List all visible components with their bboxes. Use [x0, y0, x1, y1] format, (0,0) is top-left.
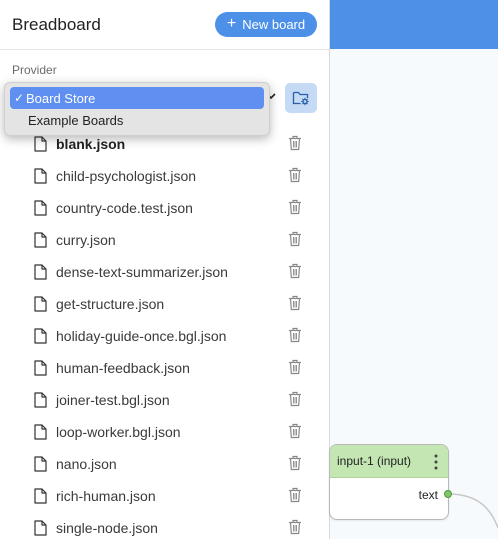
file-icon	[34, 296, 47, 312]
sidebar: Breadboard + New board Provider blank.js…	[0, 0, 330, 539]
file-name: joiner-test.bgl.json	[56, 392, 170, 408]
file-list-item[interactable]: single-node.json	[0, 512, 329, 539]
new-board-button[interactable]: + New board	[215, 12, 317, 37]
new-board-label: New board	[242, 17, 306, 32]
file-name: rich-human.json	[56, 488, 156, 504]
provider-option-board-store[interactable]: ✓ Board Store	[10, 87, 264, 109]
node-title: input-1 (input)	[337, 454, 412, 468]
trash-icon[interactable]	[288, 487, 302, 503]
trash-icon[interactable]	[288, 391, 302, 407]
file-list-item[interactable]: dense-text-summarizer.json	[0, 256, 329, 288]
file-name: get-structure.json	[56, 296, 165, 312]
graph-edge	[448, 493, 498, 529]
file-icon	[34, 488, 47, 504]
file-name: dense-text-summarizer.json	[56, 264, 228, 280]
folder-gear-icon	[292, 91, 309, 106]
file-icon	[34, 456, 47, 472]
board-file-list: blank.json child-psychologist.json country…	[0, 128, 329, 539]
file-name: curry.json	[56, 232, 116, 248]
trash-icon[interactable]	[288, 231, 302, 247]
file-name: holiday-guide-once.bgl.json	[56, 328, 227, 344]
file-list-item[interactable]: get-structure.json	[0, 288, 329, 320]
file-name: loop-worker.bgl.json	[56, 424, 181, 440]
provider-settings-button[interactable]	[285, 83, 317, 113]
file-icon	[34, 168, 47, 184]
trash-icon[interactable]	[288, 359, 302, 375]
editor-topbar	[330, 0, 498, 49]
file-icon	[34, 136, 47, 152]
check-icon: ✓	[14, 91, 25, 105]
file-name: country-code.test.json	[56, 200, 193, 216]
provider-option-label: Board Store	[26, 90, 96, 106]
graph-node-input[interactable]: input-1 (input) text	[329, 444, 449, 520]
file-icon	[34, 520, 47, 536]
app-title: Breadboard	[12, 15, 101, 34]
file-list-item[interactable]: joiner-test.bgl.json	[0, 384, 329, 416]
trash-icon[interactable]	[288, 199, 302, 215]
provider-option-label: Example Boards	[28, 112, 124, 128]
file-list-item[interactable]: child-psychologist.json	[0, 160, 329, 192]
plus-icon: +	[226, 15, 237, 32]
kebab-menu-icon[interactable]	[434, 454, 438, 470]
file-list-item[interactable]: rich-human.json	[0, 480, 329, 512]
file-icon	[34, 328, 47, 344]
file-icon	[34, 360, 47, 376]
provider-label: Provider	[12, 63, 57, 77]
file-name: nano.json	[56, 456, 117, 472]
file-icon	[34, 264, 47, 280]
output-port[interactable]	[444, 490, 452, 498]
file-icon	[34, 200, 47, 216]
file-icon	[34, 392, 47, 408]
file-icon	[34, 232, 47, 248]
file-name: human-feedback.json	[56, 360, 190, 376]
node-header[interactable]: input-1 (input)	[330, 445, 448, 478]
trash-icon[interactable]	[288, 135, 302, 151]
file-list-item[interactable]: loop-worker.bgl.json	[0, 416, 329, 448]
trash-icon[interactable]	[288, 519, 302, 535]
provider-option-example-boards[interactable]: Example Boards	[10, 109, 264, 131]
trash-icon[interactable]	[288, 455, 302, 471]
trash-icon[interactable]	[288, 295, 302, 311]
trash-icon[interactable]	[288, 167, 302, 183]
port-label: text	[418, 488, 438, 502]
file-name: blank.json	[56, 136, 126, 152]
file-list-item[interactable]: country-code.test.json	[0, 192, 329, 224]
sidebar-header: Breadboard + New board	[0, 0, 329, 50]
trash-icon[interactable]	[288, 263, 302, 279]
file-list-item[interactable]: human-feedback.json	[0, 352, 329, 384]
file-list-item[interactable]: nano.json	[0, 448, 329, 480]
file-list-item[interactable]: holiday-guide-once.bgl.json	[0, 320, 329, 352]
file-name: child-psychologist.json	[56, 168, 197, 184]
file-icon	[34, 424, 47, 440]
file-list-item[interactable]: curry.json	[0, 224, 329, 256]
provider-dropdown[interactable]: ✓ Board Store Example Boards	[4, 82, 270, 136]
trash-icon[interactable]	[288, 423, 302, 439]
trash-icon[interactable]	[288, 327, 302, 343]
file-name: single-node.json	[56, 520, 158, 536]
